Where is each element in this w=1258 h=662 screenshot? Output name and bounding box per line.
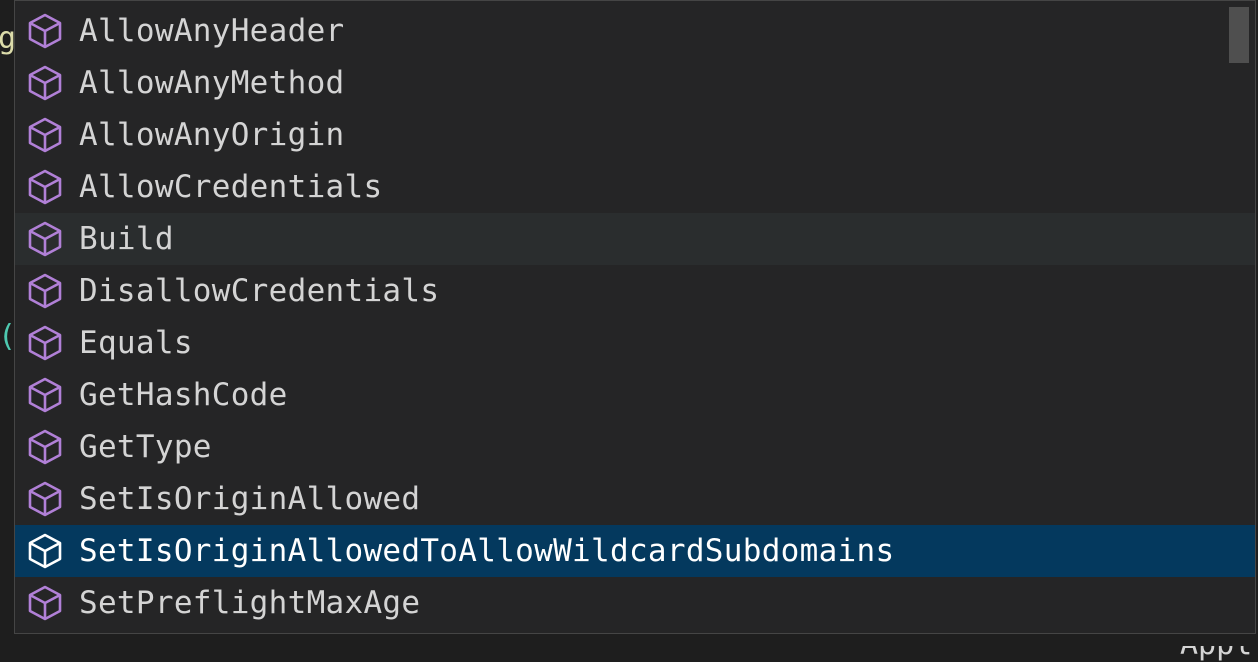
method-cube-icon bbox=[25, 323, 65, 363]
scrollbar-thumb[interactable] bbox=[1229, 7, 1249, 63]
suggestion-label: SetIsOriginAllowedToAllowWildcardSubdoma… bbox=[79, 533, 895, 569]
method-cube-icon bbox=[25, 375, 65, 415]
suggestion-item[interactable]: AllowAnyOrigin bbox=[15, 109, 1255, 161]
suggestion-label: AllowAnyHeader bbox=[79, 13, 345, 49]
suggestion-item[interactable]: AllowAnyMethod bbox=[15, 57, 1255, 109]
suggestion-item[interactable]: SetIsOriginAllowedToAllowWildcardSubdoma… bbox=[15, 525, 1255, 577]
suggestion-label: DisallowCredentials bbox=[79, 273, 440, 309]
suggestion-label: SetIsOriginAllowed bbox=[79, 481, 421, 517]
method-cube-icon bbox=[25, 219, 65, 259]
suggestion-item[interactable]: SetIsOriginAllowed bbox=[15, 473, 1255, 525]
editor-background-strip bbox=[14, 634, 1256, 646]
method-cube-icon bbox=[25, 531, 65, 571]
suggestion-label: Build bbox=[79, 221, 174, 257]
suggestion-label: GetHashCode bbox=[79, 377, 288, 413]
suggestion-label: AllowAnyOrigin bbox=[79, 117, 345, 153]
suggestion-item[interactable]: DisallowCredentials bbox=[15, 265, 1255, 317]
method-cube-icon bbox=[25, 11, 65, 51]
autocomplete-suggest-widget[interactable]: AllowAnyHeader AllowAnyMethod AllowAnyOrig… bbox=[14, 0, 1256, 634]
suggestion-item[interactable]: Equals bbox=[15, 317, 1255, 369]
suggestion-list[interactable]: AllowAnyHeader AllowAnyMethod AllowAnyOrig… bbox=[15, 5, 1255, 629]
suggestion-label: AllowAnyMethod bbox=[79, 65, 345, 101]
suggestion-item[interactable]: SetPreflightMaxAge bbox=[15, 577, 1255, 629]
method-cube-icon bbox=[25, 271, 65, 311]
method-cube-icon bbox=[25, 427, 65, 467]
suggestion-item[interactable]: AllowCredentials bbox=[15, 161, 1255, 213]
suggestion-item[interactable]: GetHashCode bbox=[15, 369, 1255, 421]
suggestion-label: AllowCredentials bbox=[79, 169, 383, 205]
method-cube-icon bbox=[25, 583, 65, 623]
suggestion-label: GetType bbox=[79, 429, 212, 465]
suggestion-item[interactable]: GetType bbox=[15, 421, 1255, 473]
suggestion-item[interactable]: Build bbox=[15, 213, 1255, 265]
method-cube-icon bbox=[25, 63, 65, 103]
method-cube-icon bbox=[25, 167, 65, 207]
suggestion-item[interactable]: AllowAnyHeader bbox=[15, 5, 1255, 57]
method-cube-icon bbox=[25, 479, 65, 519]
method-cube-icon bbox=[25, 115, 65, 155]
suggestion-label: Equals bbox=[79, 325, 193, 361]
suggestion-label: SetPreflightMaxAge bbox=[79, 585, 421, 621]
